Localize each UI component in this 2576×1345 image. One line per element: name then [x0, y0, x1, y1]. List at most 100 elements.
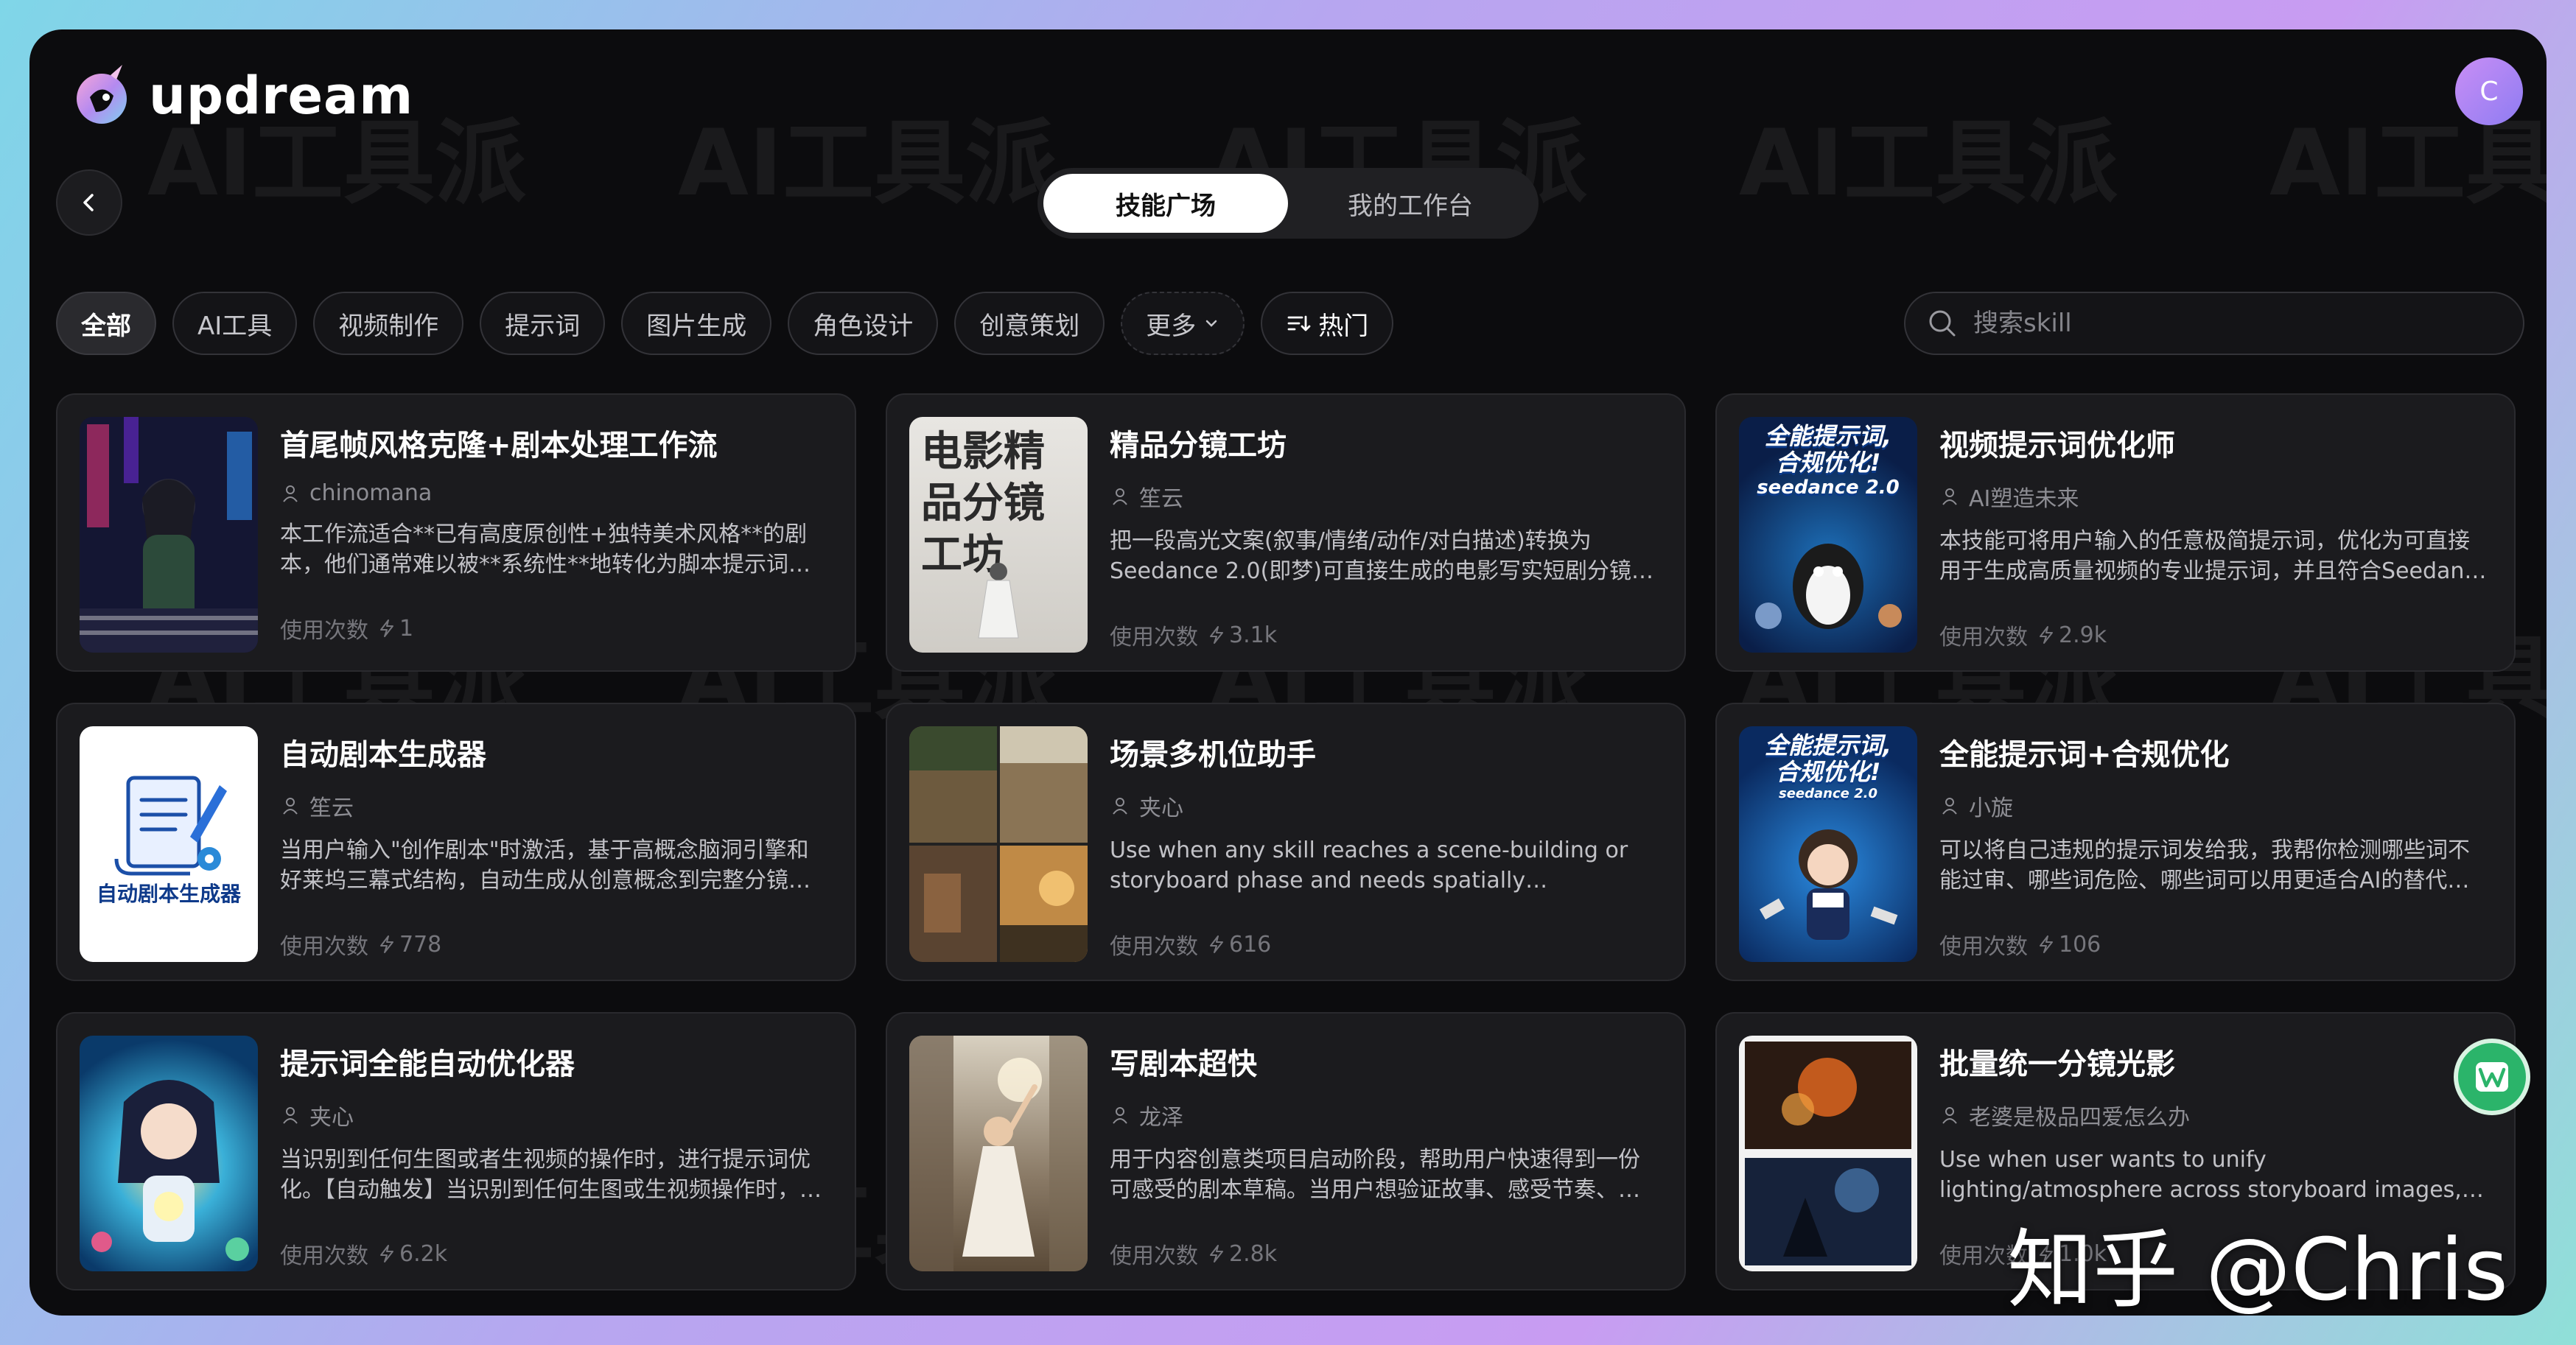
skill-author: 龙泽: [1110, 1099, 1658, 1131]
user-icon: [283, 485, 298, 502]
skill-usage: 使用次数 778: [280, 928, 828, 961]
chip-all[interactable]: 全部: [56, 292, 156, 355]
category-filters: 全部 AI工具 视频制作 提示词 图片生成 角色设计 创意策划 更多 热门: [56, 292, 1394, 355]
more-label: 更多: [1146, 311, 1197, 341]
author-name: 夹心: [1139, 796, 1183, 821]
watermark: AI工具派: [1739, 110, 2118, 217]
skill-usage: 使用次数 106: [1939, 928, 2488, 961]
skill-card[interactable]: 提示词全能自动优化器 夹心 当识别到任何生图或者生视频的操作时，进行提示词优化。…: [56, 1012, 856, 1290]
author-name: 小旋: [1969, 796, 2013, 821]
chip-prompt[interactable]: 提示词: [480, 292, 606, 355]
usage-label: 使用次数: [280, 934, 368, 960]
chip-creative[interactable]: 创意策划: [954, 292, 1105, 355]
chip-ai-tools[interactable]: AI工具: [172, 292, 298, 355]
skill-description: Use when any skill reaches a scene-build…: [1110, 837, 1628, 893]
user-avatar[interactable]: C: [2455, 57, 2523, 125]
w-logo-icon: [2476, 1062, 2508, 1092]
tab-my-workspace[interactable]: 我的工作台: [1288, 174, 1533, 233]
brand-name: updream: [149, 66, 414, 126]
assistant-fab[interactable]: [2454, 1039, 2530, 1115]
sort-label: 热门: [1318, 311, 1369, 341]
watermark: AI工具派: [678, 110, 1057, 217]
skill-description: Use when user wants to unify lighting/at…: [1939, 1147, 2462, 1203]
skill-title: 自动剧本生成器: [280, 738, 486, 772]
usage-count: 616: [1229, 931, 1272, 958]
author-name: chinomana: [309, 480, 433, 506]
unicorn-logo-icon: [68, 60, 139, 131]
usage-count: 1: [399, 615, 414, 642]
user-icon: [1113, 488, 1127, 505]
user-icon: [283, 1107, 298, 1124]
chip-video[interactable]: 视频制作: [313, 292, 464, 355]
author-name: 笙云: [309, 796, 354, 821]
more-dropdown[interactable]: 更多: [1121, 292, 1245, 355]
sort-icon: [1287, 315, 1311, 331]
skill-usage: 使用次数 2.9k: [1939, 619, 2488, 651]
usage-count: 778: [399, 931, 442, 958]
skill-title: 写剧本超快: [1110, 1047, 1257, 1081]
lightning-icon: [380, 935, 393, 953]
chip-image[interactable]: 图片生成: [621, 292, 772, 355]
user-icon: [1942, 1107, 1957, 1124]
author-name: 夹心: [309, 1105, 354, 1131]
chevron-left-icon: [83, 194, 94, 211]
search-input[interactable]: [1973, 309, 2474, 338]
usage-count: 2.9k: [2059, 622, 2107, 648]
lightning-icon: [1210, 626, 1223, 644]
skill-card[interactable]: 首尾帧风格克隆+剧本处理工作流 chinomana 本工作流适合**已有高度原创…: [56, 393, 856, 672]
skill-author: 夹心: [1110, 790, 1658, 822]
skill-card[interactable]: 场景多机位助手 夹心 Use when any skill reaches a …: [886, 703, 1686, 981]
skill-card[interactable]: 全能提示词, 合规优化! seedance 2.0 视频提示词优化师 AI塑造未…: [1715, 393, 2516, 672]
skill-title: 全能提示词+合规优化: [1939, 738, 2230, 772]
usage-count: 2.8k: [1229, 1240, 1278, 1267]
skill-usage: 使用次数 2.8k: [1110, 1237, 1658, 1270]
skill-author: AI塑造未来: [1939, 480, 2488, 513]
user-icon: [1942, 798, 1957, 815]
skill-usage: 使用次数 616: [1110, 928, 1658, 961]
lightning-icon: [380, 1245, 393, 1263]
tab-skill-plaza[interactable]: 技能广场: [1043, 174, 1288, 233]
user-icon: [1113, 1107, 1127, 1124]
view-tabs: 技能广场 我的工作台: [1037, 168, 1539, 239]
skill-description: 本技能可将用户输入的任意极简提示词，优化为可直接用于生成高质量视频的专业提示词，…: [1939, 528, 2487, 584]
skill-author: 笙云: [280, 790, 828, 822]
skill-card[interactable]: 电影精品分镜工坊 精品分镜工坊 笙云 把一段高光文案(叙事/情绪/动作/对白描述…: [886, 393, 1686, 672]
skill-author: 笙云: [1110, 480, 1658, 513]
skill-card[interactable]: 自动剧本生成器 自动剧本生成器 笙云 当用户输入"创作剧本"时激活，基于高概念脑…: [56, 703, 856, 981]
author-name: 老婆是极品四爱怎么办: [1969, 1105, 2190, 1131]
skill-card[interactable]: 写剧本超快 龙泽 用于内容创意类项目启动阶段，帮助用户快速得到一份可感受的剧本草…: [886, 1012, 1686, 1290]
lightning-icon: [1210, 935, 1223, 953]
skill-title: 视频提示词优化师: [1939, 429, 2175, 463]
chevron-down-icon: [1206, 320, 1217, 327]
skill-title: 精品分镜工坊: [1110, 429, 1287, 463]
skill-description: 把一段高光文案(叙事/情绪/动作/对白描述)转换为Seedance 2.0(即梦…: [1110, 528, 1654, 584]
skill-author: 夹心: [280, 1099, 828, 1131]
usage-label: 使用次数: [1939, 934, 2028, 960]
lightning-icon: [2040, 626, 2053, 644]
skill-author: 小旋: [1939, 790, 2488, 822]
lightning-icon: [1210, 1245, 1223, 1263]
skill-thumbnail: 自动剧本生成器: [80, 726, 258, 962]
skill-author: 老婆是极品四爱怎么办: [1939, 1099, 2488, 1131]
usage-label: 使用次数: [1939, 625, 2028, 650]
skill-title: 批量统一分镜光影: [1939, 1047, 2175, 1081]
user-icon: [1113, 798, 1127, 815]
usage-label: 使用次数: [1110, 934, 1198, 960]
usage-count: 6.2k: [399, 1240, 448, 1267]
brand-logo[interactable]: updream: [68, 60, 413, 131]
usage-count: 3.1k: [1229, 622, 1278, 648]
skill-title: 提示词全能自动优化器: [280, 1047, 575, 1081]
sort-button[interactable]: 热门: [1261, 292, 1394, 355]
thumbnail-text: 自动剧本生成器: [96, 882, 241, 906]
skill-thumbnail: [80, 417, 258, 653]
skill-description: 本工作流适合**已有高度原创性+独特美术风格**的剧本，他们通常难以被**系统性…: [280, 522, 811, 577]
skill-thumbnail: 电影精品分镜工坊: [909, 417, 1088, 653]
skill-card[interactable]: 全能提示词, 合规优化! seedance 2.0 全能提示词+合规优化 小旋 …: [1715, 703, 2516, 981]
skill-grid: 首尾帧风格克隆+剧本处理工作流 chinomana 本工作流适合**已有高度原创…: [56, 393, 2539, 1290]
search-icon: [1929, 310, 1956, 337]
skill-usage: 使用次数 6.2k: [280, 1237, 828, 1270]
chip-character[interactable]: 角色设计: [788, 292, 939, 355]
author-name: 龙泽: [1139, 1105, 1183, 1131]
back-button[interactable]: [56, 169, 122, 236]
skill-description: 当识别到任何生图或者生视频的操作时，进行提示词优化。【自动触发】当识别到任何生图…: [280, 1147, 822, 1203]
